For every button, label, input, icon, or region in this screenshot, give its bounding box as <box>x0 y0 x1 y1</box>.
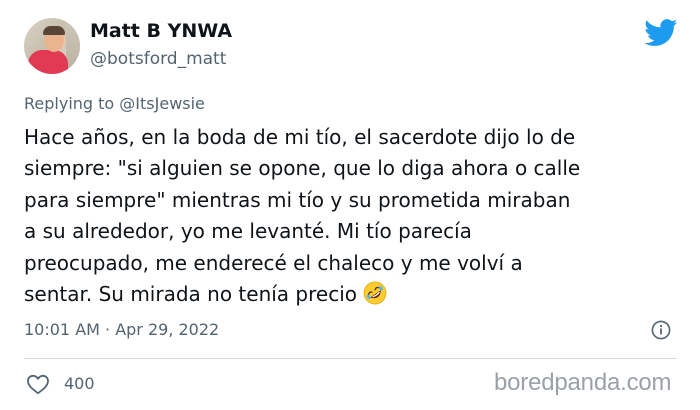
rolling-on-floor-laughing-emoji-icon <box>363 281 387 305</box>
avatar-background <box>66 18 80 74</box>
tweet-line: para siempre" mientras mi tío y su prome… <box>24 187 571 212</box>
boredpanda-watermark: boredpanda.com <box>494 369 672 396</box>
tweet-line: siempre: "si alguien se opone, que lo di… <box>24 156 581 181</box>
avatar-hair <box>43 26 65 35</box>
avatar[interactable] <box>24 18 80 74</box>
info-icon[interactable] <box>651 320 671 340</box>
tweet-line: sentar. Su mirada no tenía precio <box>24 282 357 307</box>
tweet-text: Hace años, en la boda de mi tío, el sace… <box>24 122 684 310</box>
heart-icon[interactable] <box>26 373 50 395</box>
tweet-line: preocupado, me enderecé el chaleco y me … <box>24 250 523 275</box>
reply-handle-link[interactable]: @ItsJewsie <box>119 94 205 113</box>
like-count: 400 <box>64 374 95 393</box>
reply-prefix: Replying to <box>24 94 120 113</box>
tweet-line: Hace años, en la boda de mi tío, el sace… <box>24 125 576 149</box>
replying-to: Replying to @ItsJewsie <box>24 94 205 113</box>
twitter-bird-icon[interactable] <box>644 19 678 47</box>
divider <box>24 358 676 359</box>
avatar-shirt <box>28 50 68 74</box>
tweet-timestamp[interactable]: 10:01 AM · Apr 29, 2022 <box>24 320 219 339</box>
tweet-last-line: sentar. Su mirada no tenía precio <box>24 279 684 310</box>
author-handle[interactable]: @botsford_matt <box>90 49 226 69</box>
author-display-name[interactable]: Matt B YNWA <box>90 20 232 42</box>
tweet-line: a su alrededor, yo me levanté. Mi tío pa… <box>24 219 472 244</box>
